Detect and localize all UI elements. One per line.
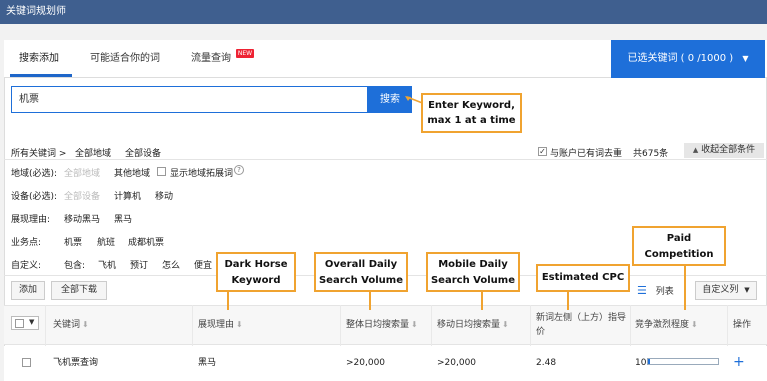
list-icon: ☰ [637, 284, 647, 297]
total-count: 共675条 [633, 149, 669, 159]
select-all-checkbox[interactable] [15, 319, 24, 328]
dedupe-checkbox[interactable]: ✓ [538, 147, 547, 156]
business-tag-3[interactable]: 成都机票 [128, 235, 164, 248]
custom-columns-button[interactable]: 自定义列 ▼ [695, 281, 757, 300]
business-tag-2[interactable]: 航班 [97, 235, 115, 248]
keyword-search-input[interactable]: 机票 [11, 86, 368, 113]
divider [4, 159, 767, 160]
col-competition-label: 竞争激烈程度 [635, 320, 690, 330]
reason-label: 展现理由: [11, 215, 51, 225]
sort-icon: ⬇ [502, 320, 509, 329]
sort-icon: ⬇ [691, 320, 698, 329]
selected-keywords-label: 已选关键词 ( 0 /1000 ) [627, 53, 734, 64]
competition-bar-fill [648, 359, 651, 364]
caret-down-icon: ▼ [742, 54, 749, 63]
cell-mobile-volume: >20,000 [437, 358, 477, 368]
col-keyword[interactable]: 关键词 ⬇ [53, 305, 89, 345]
triangle-up-icon: ▲ [692, 146, 699, 154]
new-badge: NEW [236, 49, 254, 58]
caret-down-icon: ▼ [744, 286, 750, 294]
row-checkbox[interactable] [22, 358, 31, 367]
show-region-expand-label: 显示地域拓展词 [170, 169, 234, 179]
cell-cpc: 2.48 [536, 358, 557, 368]
custom-tag-3[interactable]: 怎么 [162, 258, 180, 271]
col-cpc[interactable]: 新词左侧（上方）指导价 [536, 305, 628, 345]
callout-dark-horse: Dark Horse Keyword [216, 252, 296, 292]
add-keyword-icon[interactable]: + [733, 352, 745, 372]
device-label: 设备(必选): [11, 192, 58, 202]
sort-icon: ⬇ [411, 320, 418, 329]
app-header: 关键词规划师 [0, 0, 767, 24]
col-reason[interactable]: 展现理由 ⬇ [198, 305, 243, 345]
callout-leader-line [481, 292, 483, 310]
breadcrumb-all-keywords: 所有关键词 > [11, 149, 67, 159]
col-competition[interactable]: 竞争激烈程度 ⬇ [635, 305, 698, 345]
col-actions: 操作 [733, 320, 752, 330]
breadcrumb-all-devices[interactable]: 全部设备 [125, 146, 161, 159]
col-mobile-volume-label: 移动日均搜索量 [437, 320, 501, 330]
custom-columns-label: 自定义列 [702, 285, 739, 295]
callout-leader-line [684, 266, 686, 310]
custom-include-label: 包含: [64, 261, 86, 271]
callout-overall-volume: Overall Daily Search Volume [314, 252, 408, 292]
callout-cpc: Estimated CPC [536, 264, 630, 292]
col-cpc-label: 新词左侧（上方）指导价 [536, 313, 627, 337]
tab-search-add[interactable]: 搜索添加 [19, 40, 59, 78]
help-icon[interactable]: ? [234, 165, 244, 175]
select-all-dropdown[interactable]: ▼ [11, 316, 39, 330]
region-label: 地域(必选): [11, 169, 58, 179]
reason-dark-horse[interactable]: 黑马 [114, 212, 132, 225]
selected-keywords-button[interactable]: 已选关键词 ( 0 /1000 ) ▼ [611, 40, 765, 78]
download-all-button[interactable]: 全部下载 [51, 281, 107, 300]
tab-traffic-query[interactable]: 流量查询 [191, 40, 231, 78]
cell-overall-volume: >20,000 [346, 358, 386, 368]
device-mobile-option[interactable]: 移动 [155, 189, 173, 202]
custom-tag-4[interactable]: 便宜 [194, 258, 212, 271]
breadcrumb-all-regions[interactable]: 全部地域 [75, 146, 111, 159]
col-overall-volume[interactable]: 整体日均搜索量 ⬇ [346, 305, 418, 345]
competition-bar [647, 358, 719, 365]
custom-label: 自定义: [11, 261, 42, 271]
cell-competition-value: 10 [635, 358, 647, 368]
callout-leader-line [369, 292, 371, 310]
caret-down-icon: ▼ [29, 318, 35, 326]
business-label: 业务点: [11, 238, 42, 248]
reason-mobile-dark-horse[interactable]: 移动黑马 [64, 212, 100, 225]
col-keyword-label: 关键词 [53, 320, 81, 330]
list-view-label: 列表 [655, 287, 674, 297]
custom-tag-1[interactable]: 飞机 [98, 258, 116, 271]
sort-icon: ⬇ [236, 320, 243, 329]
callout-paid-competition: Paid Competition [632, 226, 726, 266]
callout-leader-line [567, 292, 569, 310]
device-all-option[interactable]: 全部设备 [64, 189, 100, 202]
list-view-toggle[interactable]: ☰ 列表 [637, 281, 689, 300]
collapse-label: 收起全部条件 [701, 145, 756, 155]
business-tag-1[interactable]: 机票 [64, 235, 82, 248]
device-pc-option[interactable]: 计算机 [114, 189, 141, 202]
cell-reason: 黑马 [198, 358, 217, 368]
region-other-option[interactable]: 其他地域 [114, 166, 150, 179]
region-all-option[interactable]: 全部地域 [64, 166, 100, 179]
sort-icon: ⬇ [82, 320, 89, 329]
tab-suggested-words[interactable]: 可能适合你的词 [90, 40, 160, 78]
col-overall-volume-label: 整体日均搜索量 [346, 320, 410, 330]
add-button[interactable]: 添加 [11, 281, 45, 300]
callout-enter-keyword: Enter Keyword, max 1 at a time [421, 93, 522, 133]
collapse-all-button[interactable]: ▲ 收起全部条件 [684, 143, 764, 158]
active-tab-indicator [10, 74, 72, 77]
custom-tag-2[interactable]: 预订 [130, 258, 148, 271]
callout-leader-line [227, 292, 229, 310]
col-mobile-volume[interactable]: 移动日均搜索量 ⬇ [437, 305, 509, 345]
col-reason-label: 展现理由 [198, 320, 235, 330]
show-region-expand-checkbox[interactable] [157, 167, 166, 176]
cell-keyword: 飞机票查询 [53, 358, 99, 368]
dedupe-label: 与账户已有词去重 [550, 149, 623, 159]
callout-mobile-volume: Mobile Daily Search Volume [426, 252, 520, 292]
